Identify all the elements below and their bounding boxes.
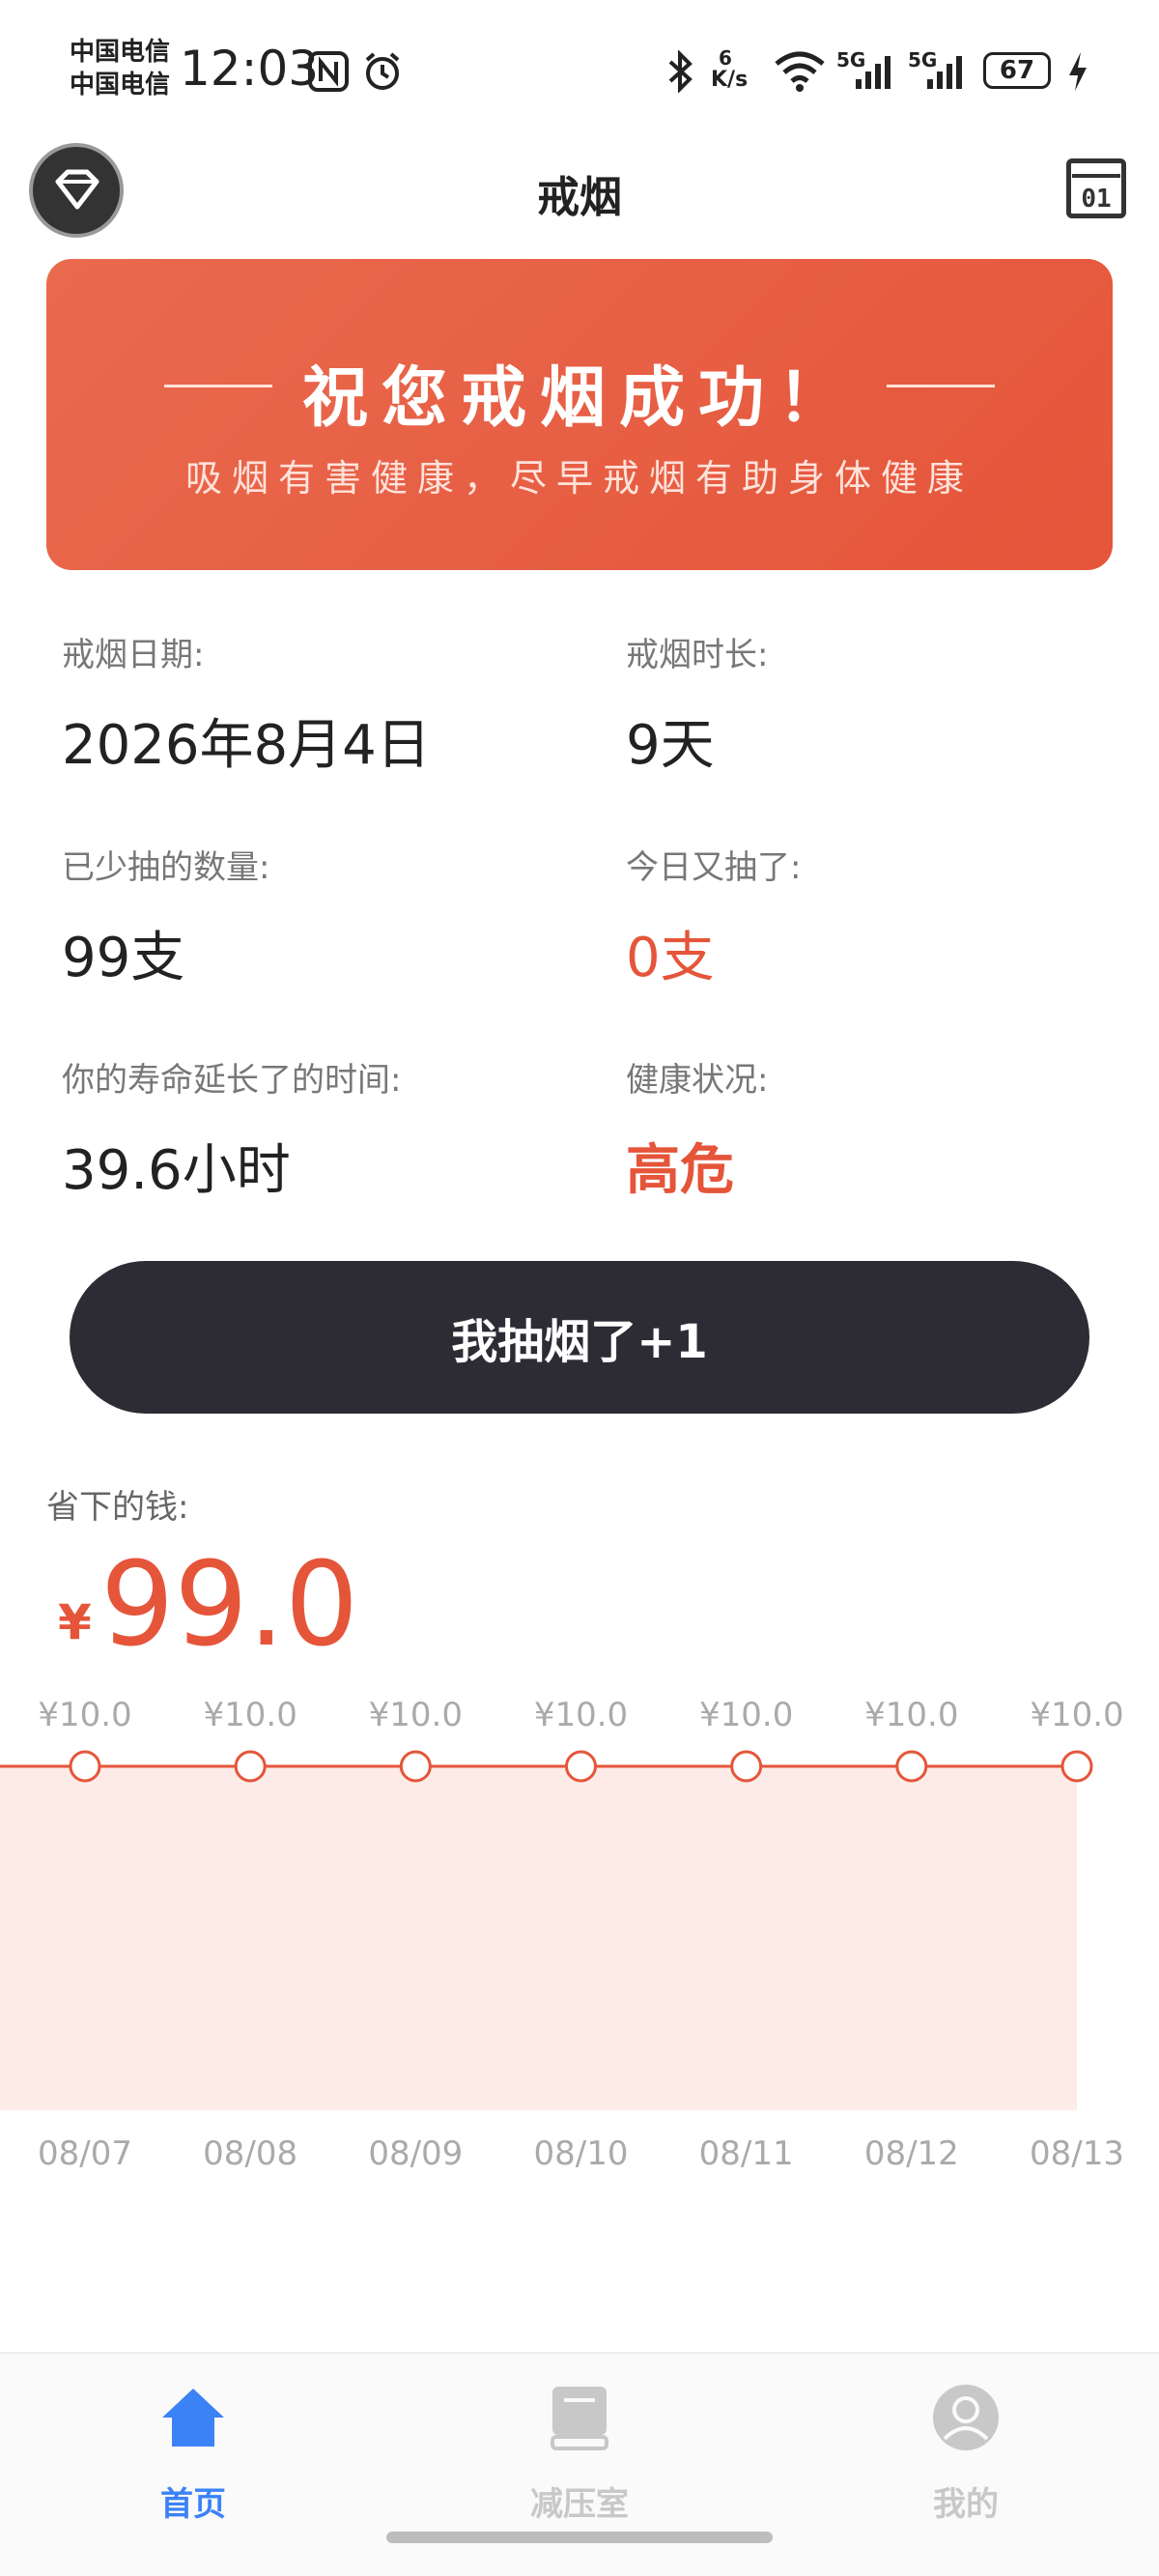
chart-point [895, 1750, 928, 1783]
chart-point-label: ¥10.0 [369, 1696, 463, 1734]
savings-currency-symbol: ¥ [58, 1594, 92, 1650]
home-indicator [386, 2532, 773, 2543]
savings-chart: ¥10.0 ¥10.0 ¥10.0 ¥10.0 ¥10.0 ¥10.0 ¥10.0 08/0… [0, 1696, 1124, 2173]
chart-point [565, 1750, 597, 1783]
chart-point-label: ¥10.0 [699, 1696, 793, 1734]
svg-text:01: 01 [1081, 185, 1111, 214]
smoked-plus-one-button[interactable]: 我抽烟了+1 [70, 1261, 1089, 1414]
chart-point [730, 1750, 763, 1783]
alarm-icon [365, 52, 400, 90]
chart-x-tick-label: 08/08 [203, 2134, 297, 2173]
motivation-banner: 祝您戒烟成功！ 吸烟有害健康，尽早戒烟有助身体健康 [46, 259, 1113, 570]
reduced-count-value: 99支 [62, 927, 185, 989]
chart-point-label: ¥10.0 [38, 1696, 131, 1734]
chart-point [69, 1750, 101, 1783]
nav-label-relax-room: 减压室 [530, 2485, 629, 2524]
chart-point-label: ¥10.0 [1030, 1696, 1123, 1734]
quit-duration-value: 9天 [626, 714, 715, 777]
chart-x-tick-label: 08/07 [38, 2134, 132, 2173]
net-speed-value: 6 [719, 46, 732, 70]
chart-x-tick-label: 08/13 [1030, 2134, 1124, 2173]
signal-bars-2-icon [927, 56, 962, 89]
quit-duration-label: 戒烟时长: [626, 636, 769, 674]
quit-date-label: 戒烟日期: [62, 636, 205, 674]
chart-x-tick-label: 08/09 [368, 2134, 463, 2173]
wifi-icon [775, 51, 825, 92]
chart-point [234, 1750, 267, 1783]
chart-x-tick-label: 08/10 [534, 2134, 629, 2173]
page-title: 戒烟 [537, 173, 622, 222]
chart-point-label: ¥10.0 [534, 1696, 628, 1734]
reduced-count-label: 已少抽的数量: [62, 848, 270, 887]
banner-headline: 祝您戒烟成功！ [301, 360, 857, 437]
chart-area-fill [0, 1766, 1077, 2110]
chart-point [1060, 1750, 1093, 1783]
carrier-1: 中国电信 [70, 38, 171, 67]
banner-subtitle: 吸烟有害健康，尽早戒烟有助身体健康 [184, 457, 974, 500]
nav-item-home[interactable]: 首页 [97, 2383, 290, 2528]
home-icon [162, 2389, 224, 2447]
chart-x-tick-label: 08/11 [699, 2134, 794, 2173]
nav-label-profile: 我的 [933, 2485, 999, 2524]
net-speed-unit: K/s [711, 68, 749, 92]
savings-value: 99.0 [100, 1538, 359, 1673]
health-status-label: 健康状况: [626, 1061, 769, 1100]
today-smoked-label: 今日又抽了: [626, 848, 802, 887]
battery-level: 67 [983, 52, 1051, 89]
charging-icon [1069, 52, 1087, 91]
nav-item-profile[interactable]: 我的 [869, 2383, 1062, 2528]
status-time: 12:03 [180, 41, 320, 97]
nav-label-home: 首页 [160, 2485, 226, 2524]
savings-label: 省下的钱: [46, 1488, 189, 1527]
life-extended-label: 你的寿命延长了的时间: [62, 1061, 402, 1100]
nav-item-relax-room[interactable]: 减压室 [483, 2383, 676, 2528]
quit-date-value: 2026年8月4日 [62, 714, 431, 777]
chart-point [399, 1750, 432, 1783]
carrier-2: 中国电信 [70, 71, 171, 100]
health-status-value: 高危 [626, 1139, 734, 1202]
chart-point-label: ¥10.0 [203, 1696, 297, 1734]
book-icon [551, 2387, 608, 2450]
signal-bars-1-icon [856, 56, 890, 89]
chart-point-label: ¥10.0 [864, 1696, 958, 1734]
today-smoked-value: 0支 [626, 927, 715, 989]
chart-x-tick-label: 08/12 [864, 2134, 959, 2173]
nfc-icon [308, 51, 349, 92]
status-bar: 中国电信 中国电信 12:03 6 K/s 5G 5G 67 [0, 0, 1159, 135]
life-extended-value: 39.6小时 [62, 1139, 291, 1202]
calendar-icon: 01 [1072, 174, 1120, 214]
calendar-button[interactable]: 01 [1066, 158, 1126, 218]
bluetooth-icon [668, 50, 693, 93]
profile-icon [933, 2385, 999, 2450]
